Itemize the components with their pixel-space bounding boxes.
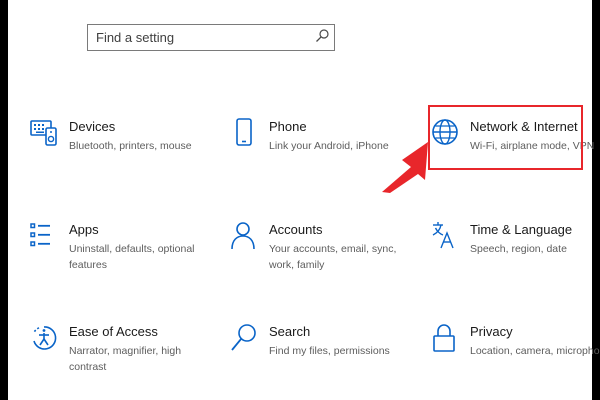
- tile-privacy-description: Location, camera, microphone: [470, 345, 600, 357]
- search-placeholder: Find a setting: [96, 30, 175, 45]
- tile-time-language[interactable]: Time & Language Speech, region, date: [431, 221, 600, 281]
- tile-search-description: Find my files, permissions: [269, 345, 390, 357]
- tile-search-title: Search: [269, 324, 311, 339]
- tile-devices[interactable]: Devices Bluetooth, printers, mouse: [30, 118, 210, 178]
- tile-search[interactable]: Search Find my files, permissions: [230, 323, 410, 383]
- tile-phone-title: Phone: [269, 119, 307, 134]
- tile-accounts[interactable]: Accounts Your accounts, email, sync, wor…: [230, 221, 410, 281]
- phone-icon: [236, 118, 252, 146]
- tile-ease-of-access-description: Narrator, magnifier, high contrast: [69, 345, 182, 373]
- tile-accounts-description: Your accounts, email, sync, work, family: [269, 243, 397, 271]
- search-input[interactable]: Find a setting: [87, 24, 335, 51]
- tile-apps-title: Apps: [69, 222, 99, 237]
- person-icon: [231, 222, 255, 250]
- tile-devices-title: Devices: [69, 119, 116, 134]
- apps-list-icon: [30, 223, 50, 247]
- tile-phone-description: Link your Android, iPhone: [269, 140, 389, 152]
- tile-time-language-title: Time & Language: [470, 222, 573, 237]
- ease-of-access-icon: [33, 326, 57, 350]
- tile-privacy[interactable]: Privacy Location, camera, microphone: [431, 323, 600, 383]
- tile-ease-of-access[interactable]: Ease of Access Narrator, magnifier, high…: [30, 323, 210, 383]
- tile-devices-description: Bluetooth, printers, mouse: [69, 140, 192, 152]
- time-language-icon: [432, 222, 454, 249]
- left-edge-bar: [0, 0, 8, 400]
- tile-apps[interactable]: Apps Uninstall, defaults, optional featu…: [30, 221, 210, 281]
- highlight-box: [428, 105, 583, 170]
- devices-icon: [30, 120, 57, 146]
- magnifier-icon: [231, 324, 256, 351]
- red-arrow-icon: [382, 142, 428, 193]
- tile-accounts-title: Accounts: [269, 222, 323, 237]
- tile-time-language-description: Speech, region, date: [470, 243, 567, 255]
- tile-ease-of-access-title: Ease of Access: [69, 324, 158, 339]
- lock-icon: [433, 324, 455, 352]
- tile-apps-description: Uninstall, defaults, optional features: [69, 243, 195, 271]
- search-icon[interactable]: [314, 28, 330, 44]
- tile-privacy-title: Privacy: [470, 324, 513, 339]
